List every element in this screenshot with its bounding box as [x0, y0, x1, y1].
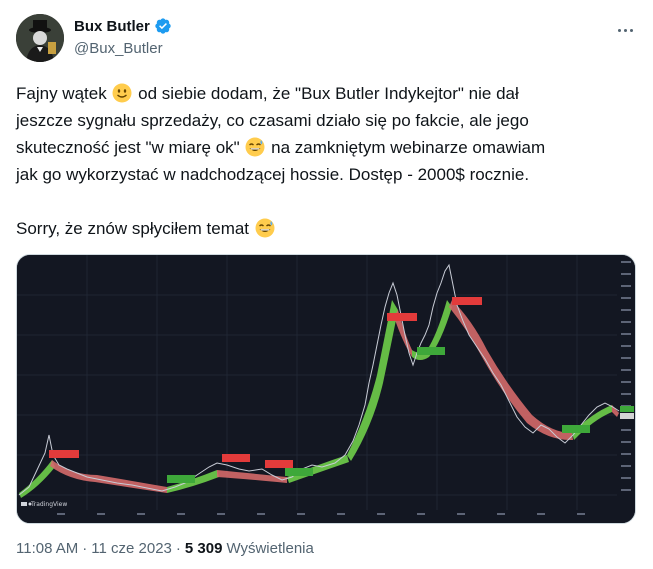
tweet-text-line: na zamkniętym webinarze omawiam: [266, 138, 546, 157]
avatar[interactable]: [16, 14, 64, 62]
tweet-date[interactable]: 11 cze 2023: [91, 540, 172, 557]
chart-image[interactable]: TradingView: [16, 254, 636, 524]
views-count: 5 309: [184, 540, 223, 557]
handle[interactable]: @Bux_Butler: [74, 40, 163, 57]
tweet-text-line: Fajny wątek: [16, 84, 107, 103]
display-name[interactable]: Bux Butler: [74, 18, 150, 35]
tweet-text-line: Sorry, że znów spłyciłem temat: [16, 219, 250, 238]
butler-avatar-icon: [16, 14, 64, 62]
tradingview-watermark: TradingView: [30, 501, 67, 508]
views-label: Wyświetlenia: [226, 540, 314, 557]
tweet-meta: 11:08 AM · 11 cze 2023 · 5 309 Wyświetle…: [16, 540, 314, 557]
more-options-icon[interactable]: [613, 20, 637, 40]
tweet-text-line: jak go wykorzystać w nadchodzącej hossie…: [16, 165, 530, 184]
verified-badge-icon: [155, 18, 171, 34]
tweet-text-line: od siebie dodam, że "Bux Butler Indykejt…: [133, 84, 519, 103]
separator: ·: [175, 540, 181, 557]
grinning-sweat-icon: [245, 137, 265, 157]
separator: ·: [82, 540, 88, 557]
tweet-text: Fajny wątek od siebie dodam, że "Bux But…: [16, 80, 636, 242]
tweet-text-line: skuteczność jest "w miarę ok": [16, 138, 240, 157]
price-chart: TradingView: [17, 255, 635, 523]
grinning-sweat-icon: [255, 218, 275, 238]
slightly-smiling-face-icon: [112, 83, 132, 103]
tweet-time[interactable]: 11:08 AM: [16, 540, 78, 557]
tweet-text-line: jeszcze sygnału sprzedaży, co czasami dz…: [16, 111, 529, 130]
